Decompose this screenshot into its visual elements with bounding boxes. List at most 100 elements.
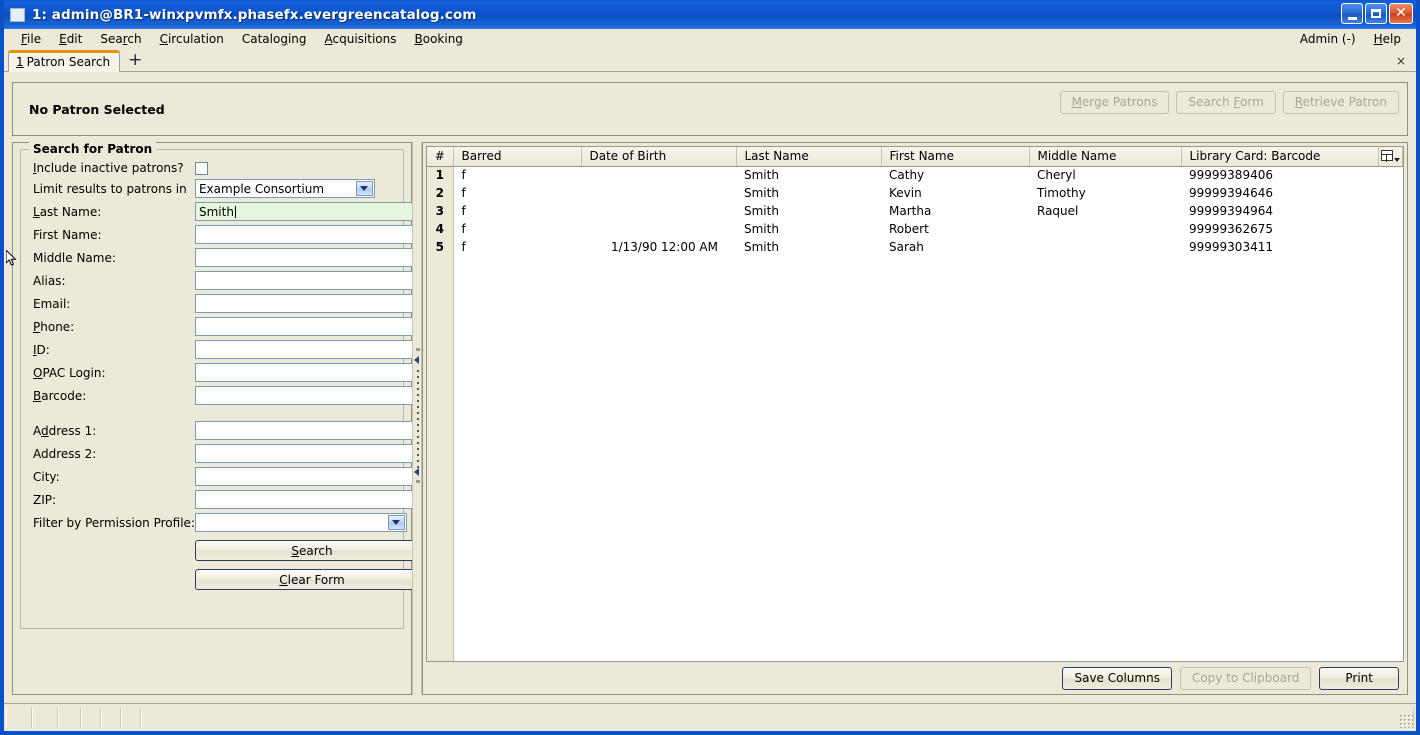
search-form-button[interactable]: Search Form [1176,91,1276,114]
menu-cataloging[interactable]: Cataloging [233,31,316,47]
print-button[interactable]: Print [1319,666,1399,690]
column-header-number[interactable]: # [427,147,454,167]
label-id: ID: [33,342,50,357]
column-header-last-name[interactable]: Last Name [736,147,882,167]
table-filler [427,256,1403,661]
email-input[interactable] [194,294,431,313]
menu-search[interactable]: Search [91,31,150,47]
permission-profile-select[interactable] [194,513,407,532]
zip-input[interactable] [194,490,431,509]
last-name-input[interactable]: Smith [194,202,431,221]
cell-last-name: Smith [744,168,779,183]
table-row[interactable]: 1 f Smith Cathy Cheryl 99999389406 [427,166,1403,185]
form-row-address1: Address 1: [29,419,431,442]
alias-input[interactable] [194,271,431,290]
id-input[interactable] [194,340,431,359]
results-pane: # Barred Date of Birth Last Name First N… [422,142,1408,695]
barcode-input[interactable] [194,386,431,405]
address1-input[interactable] [194,421,431,440]
form-row-clear-button: Clear Form [29,563,431,592]
tab-bar: 1 Patron Search + × [4,49,1416,72]
form-row-zip: ZIP: [29,488,431,511]
opac-login-input[interactable] [194,363,431,382]
search-for-patron-fieldset: Search for Patron Include inactive patro… [20,142,431,629]
menu-circulation[interactable]: Circulation [151,31,233,47]
cell-library-card: 99999303411 [1189,240,1273,254]
cell-date-of-birth [581,203,736,221]
label-opac-login: OPAC Login: [33,365,106,380]
address2-input[interactable] [194,444,431,463]
first-name-input[interactable] [194,225,431,244]
tab-patron-search[interactable]: 1 Patron Search [8,50,121,72]
form-row-middle-name: Middle Name: [29,246,431,269]
column-picker-button[interactable] [1378,147,1403,167]
limit-results-select[interactable]: Example Consortium [194,179,375,198]
table-row[interactable]: 3 f Smith Martha Raquel 99999394964 [427,202,1403,221]
close-button[interactable]: ✕ [1389,3,1413,24]
limit-results-value: Example Consortium [198,181,325,196]
form-row-barcode: Barcode: [29,384,431,407]
column-header-middle-name[interactable]: Middle Name [1029,147,1182,167]
cell-date-of-birth: 1/13/90 12:00 AM [610,240,718,254]
resize-grip-icon[interactable] [1399,714,1413,728]
menu-file[interactable]: File [12,31,50,47]
minimize-button[interactable] [1341,3,1363,24]
results-header-row: # Barred Date of Birth Last Name First N… [427,147,1403,167]
column-header-barred[interactable]: Barred [453,147,582,167]
cell-first-name: Cathy [889,168,925,183]
menu-acquisitions[interactable]: Acquisitions [316,31,406,47]
close-tab-icon[interactable]: × [1396,54,1406,68]
save-columns-button[interactable]: Save Columns [1062,666,1172,690]
cell-middle-name: Raquel [1037,204,1079,218]
form-row-last-name: Last Name: Smith [29,200,431,223]
menu-admin[interactable]: Admin (-) [1291,31,1365,47]
menu-help[interactable]: Help [1365,31,1410,47]
maximize-button[interactable] [1365,3,1387,24]
search-form-legend: Search for Patron [29,142,157,156]
column-header-date-of-birth[interactable]: Date of Birth [581,147,737,167]
patron-header-actions: Merge Patrons Search Form Retrieve Patro… [1059,91,1399,114]
table-row[interactable]: 2 f Smith Kevin Timothy 99999394646 [427,184,1403,203]
table-row[interactable]: 5 f 1/13/90 12:00 AM Smith Sarah 9999930… [427,238,1403,257]
include-inactive-checkbox[interactable] [194,161,208,175]
phone-input[interactable] [194,317,431,336]
menu-booking[interactable]: Booking [406,31,472,47]
clear-form-button[interactable]: Clear Form [194,569,429,590]
collapse-left-arrow-icon-2[interactable] [414,468,419,476]
label-alias: Alias: [33,273,66,288]
cell-middle-name: Cheryl [1037,168,1076,183]
form-row-first-name: First Name: [29,223,431,246]
label-include-inactive: Include inactive patrons? [33,161,184,175]
row-number: 3 [427,202,454,221]
tab-number: 1 [16,55,24,69]
label-address2: Address 2: [33,446,97,461]
pane-splitter[interactable] [412,142,422,695]
form-row-phone: Phone: [29,315,431,338]
retrieve-patron-button[interactable]: Retrieve Patron [1282,91,1399,114]
column-header-first-name[interactable]: First Name [881,147,1030,167]
merge-patrons-button[interactable]: Merge Patrons [1059,91,1170,114]
column-header-library-card-barcode[interactable]: Library Card: Barcode [1181,147,1379,167]
form-row-opac-login: OPAC Login: [29,361,431,384]
cell-library-card: 99999362675 [1189,222,1273,236]
split-container: Search for Patron Include inactive patro… [12,142,1408,695]
row-number: 5 [427,238,454,257]
menu-edit[interactable]: Edit [50,31,91,47]
cell-last-name: Smith [744,186,779,200]
form-row-alias: Alias: [29,269,431,292]
copy-to-clipboard-button[interactable]: Copy to Clipboard [1179,666,1312,690]
city-input[interactable] [194,467,431,486]
cell-library-card: 99999394646 [1189,186,1273,200]
cell-middle-name [1029,221,1181,239]
cell-last-name: Smith [744,240,779,254]
middle-name-input[interactable] [194,248,431,267]
form-row-city: City: [29,465,431,488]
new-tab-button[interactable]: + [120,52,150,70]
patron-results-table: # Barred Date of Birth Last Name First N… [427,147,1403,661]
window-title: 1: admin@BR1-winxpvmfx.phasefx.evergreen… [32,6,477,23]
collapse-left-arrow-icon[interactable] [414,356,419,364]
search-button[interactable]: Search [194,540,429,561]
table-row[interactable]: 4 f Smith Robert 99999362675 [427,220,1403,239]
form-row-id: ID: [29,338,431,361]
cell-barred: f [461,222,466,236]
